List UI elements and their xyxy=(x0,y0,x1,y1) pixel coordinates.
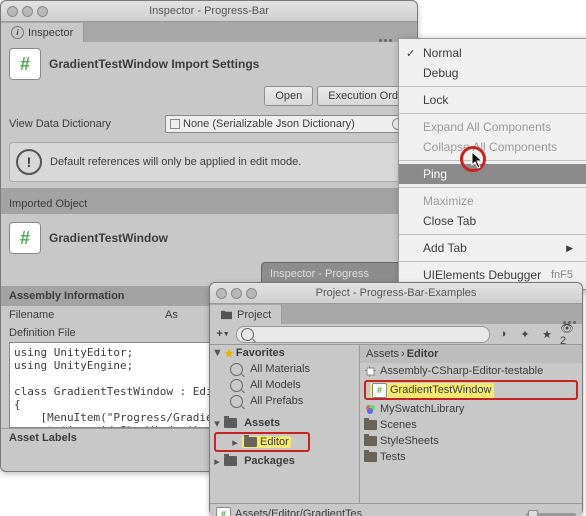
menu-debug[interactable]: Debug xyxy=(399,63,586,83)
project-tab-icon xyxy=(220,309,233,320)
menu-collapse: Collapse All Components xyxy=(399,137,586,157)
check-icon: ✓ xyxy=(406,47,415,60)
folder-icon xyxy=(364,420,377,430)
folder-icon xyxy=(224,418,237,428)
project-tree[interactable]: ▼★Favorites All Materials All Models All… xyxy=(210,345,360,503)
menu-ping[interactable]: Ping xyxy=(399,164,586,184)
item-tests[interactable]: Tests xyxy=(380,451,406,463)
collapse-icon[interactable]: ▸ xyxy=(212,455,222,468)
warning-icon: ! xyxy=(16,149,42,175)
filter-type-button[interactable]: ◑ xyxy=(494,326,512,342)
menu-add-tab[interactable]: Add Tab▶ xyxy=(399,238,586,258)
item-assembly[interactable]: Assembly-CSharp-Editor-testable xyxy=(380,365,543,377)
menu-normal[interactable]: ✓Normal xyxy=(399,43,586,63)
swatch-icon xyxy=(364,403,377,416)
hidden-button[interactable]: 👁2 xyxy=(560,326,578,342)
tab-project[interactable]: Project xyxy=(210,305,282,324)
tree-packages[interactable]: Packages xyxy=(244,455,295,467)
folder-icon xyxy=(224,456,237,466)
def-file-label: Definition File xyxy=(9,327,159,339)
add-button[interactable]: +▼ xyxy=(214,326,232,342)
tab-inspector[interactable]: i Inspector xyxy=(1,23,84,42)
filename-value: As xyxy=(165,309,178,321)
project-window: Project - Progress-Bar-Examples Project … xyxy=(209,282,583,516)
project-window-title: Project - Progress-Bar-Examples xyxy=(316,287,477,299)
search-icon xyxy=(230,379,243,392)
project-list[interactable]: Assets › Editor Assembly-CSharp-Editor-t… xyxy=(360,345,582,503)
submenu-arrow-icon: ▶ xyxy=(566,243,573,254)
context-menu: ✓Normal Debug Lock Expand All Components… xyxy=(398,38,586,290)
collapse-icon[interactable]: ▸ xyxy=(230,436,240,449)
fav-all-materials[interactable]: All Materials xyxy=(250,363,310,375)
fav-all-models[interactable]: All Models xyxy=(250,379,301,391)
star-icon: ★ xyxy=(224,347,234,360)
warning-box: ! Default references will only be applie… xyxy=(9,142,409,182)
imported-section-label: Imported Object xyxy=(1,194,417,214)
project-titlebar[interactable]: Project - Progress-Bar-Examples xyxy=(210,283,582,304)
item-swatch[interactable]: MySwatchLibrary xyxy=(380,403,464,415)
imported-object-name: GradientTestWindow xyxy=(49,231,168,245)
tooltip-label: Inspector - Progress xyxy=(262,268,377,280)
inspector-window-title: Inspector - Progress-Bar xyxy=(149,5,269,17)
search-input[interactable] xyxy=(236,326,490,343)
footer-path: Assets/Editor/GradientTes xyxy=(235,508,362,516)
filter-label-button[interactable]: ✦ xyxy=(516,326,534,342)
view-dict-label: View Data Dictionary xyxy=(9,118,159,130)
item-scenes[interactable]: Scenes xyxy=(380,419,417,431)
import-header: # GradientTestWindow Import Settings xyxy=(1,42,417,86)
folder-icon xyxy=(244,437,257,447)
view-dict-field[interactable]: None (Serializable Json Dictionary) xyxy=(165,115,409,133)
folder-icon xyxy=(364,436,377,446)
favorites-label[interactable]: Favorites xyxy=(236,347,285,359)
fav-all-prefabs[interactable]: All Prefabs xyxy=(250,395,303,407)
filename-label: Filename xyxy=(9,309,159,321)
import-title: GradientTestWindow Import Settings xyxy=(49,57,259,71)
open-button[interactable]: Open xyxy=(264,86,313,106)
script-icon: # xyxy=(9,48,41,80)
inspector-icon: i xyxy=(11,26,24,39)
project-tabs: Project xyxy=(210,304,582,324)
crumb-editor[interactable]: Editor xyxy=(407,348,439,360)
inspector-titlebar[interactable]: Inspector - Progress-Bar xyxy=(1,1,417,22)
project-footer: # Assets/Editor/GradientTes xyxy=(210,503,582,516)
tree-editor[interactable]: Editor xyxy=(260,436,289,448)
exec-order-button[interactable]: Execution Ord xyxy=(317,86,409,106)
script-icon: # xyxy=(9,222,41,254)
view-dict-value: None (Serializable Json Dictionary) xyxy=(183,118,355,130)
tree-assets[interactable]: Assets xyxy=(244,417,280,429)
thumbnail-size-slider[interactable] xyxy=(526,513,576,516)
assembly-icon xyxy=(364,365,377,378)
inspector-tabs: i Inspector xyxy=(1,22,417,42)
window-traffic-lights[interactable] xyxy=(216,288,257,299)
item-styles[interactable]: StyleSheets xyxy=(380,435,439,447)
script-icon: # xyxy=(372,383,387,398)
crumb-assets[interactable]: Assets xyxy=(366,348,399,360)
item-gradienttestwindow[interactable]: GradientTestWindow xyxy=(390,384,492,396)
breadcrumb[interactable]: Assets › Editor xyxy=(360,345,582,363)
shortcut-label: fnF5 xyxy=(551,269,573,281)
tab-project-label: Project xyxy=(237,309,271,321)
window-traffic-lights[interactable] xyxy=(7,6,48,17)
folder-icon xyxy=(364,452,377,462)
project-toolbar: +▼ ◑ ✦ ★ 👁2 xyxy=(210,324,582,345)
save-button[interactable]: ★ xyxy=(538,326,556,342)
menu-close-tab[interactable]: Close Tab xyxy=(399,211,586,231)
crumb-sep-icon: › xyxy=(401,348,405,360)
warning-text: Default references will only be applied … xyxy=(50,156,301,168)
menu-lock[interactable]: Lock xyxy=(399,90,586,110)
script-icon: # xyxy=(216,507,231,516)
search-icon xyxy=(230,395,243,408)
menu-maximize: Maximize xyxy=(399,191,586,211)
menu-expand: Expand All Components xyxy=(399,117,586,137)
expand-icon[interactable]: ▾ xyxy=(212,417,222,430)
search-icon xyxy=(230,363,243,376)
tab-inspector-label: Inspector xyxy=(28,27,73,39)
expand-icon[interactable]: ▼ xyxy=(212,347,222,359)
search-icon xyxy=(241,328,254,341)
